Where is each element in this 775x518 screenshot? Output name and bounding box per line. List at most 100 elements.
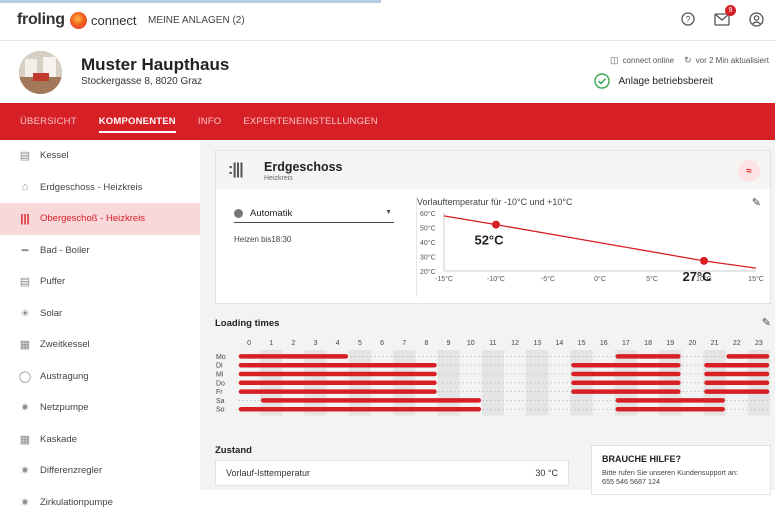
sidebar-item-puffer[interactable]: ▤Puffer [0, 266, 200, 298]
chart-y-tick-label: 50°C [420, 225, 436, 233]
status-row-value: 30 °C [535, 468, 558, 478]
sidebar-item-bad-boiler[interactable]: ━Bad - Boiler [0, 235, 200, 267]
help-phone[interactable]: 655 546 5687 124 [602, 477, 760, 486]
buffer-icon: ▤ [18, 275, 32, 289]
edit-loading-icon[interactable]: ✎ [762, 316, 771, 329]
components-sidebar: ▤Kessel ⌂ Erdgeschoss - Heizkreis |||Ober… [0, 140, 200, 490]
top-icons: ? 9 [679, 10, 765, 28]
schedule-hour-label: 0 [247, 340, 251, 347]
chart-x-tick-label: 0°C [594, 275, 606, 283]
radiator-icon: :||| [228, 161, 243, 179]
main-tabs: ÜBERSICHT KOMPONENTEN INFO EXPERTENEINST… [0, 103, 775, 140]
plant-header: Muster Haupthaus Stockergasse 8, 8020 Gr… [0, 41, 775, 103]
sidebar-item-erdgeschoss[interactable]: ⌂ Erdgeschoss - Heizkreis [0, 172, 200, 204]
plant-status-text: Anlage betriebsbereit [618, 76, 713, 87]
schedule-hour-label: 16 [600, 340, 608, 347]
sidebar-item-label: Austragung [40, 371, 89, 382]
user-icon[interactable] [747, 10, 765, 28]
chart-title: Vorlauftemperatur für -10°C und +10°C [417, 197, 573, 207]
chart-y-tick-label: 20°C [420, 268, 436, 276]
sidebar-item-label: Erdgeschoss - Heizkreis [40, 182, 142, 193]
chart-x-tick-label: -5°C [541, 275, 555, 283]
schedule-day-label: So [216, 407, 225, 414]
heating-icon[interactable]: ≈ [738, 160, 760, 182]
schedule-hour-label: 4 [336, 340, 340, 347]
svg-text:?: ? [685, 14, 690, 24]
schedule-hour-label: 7 [402, 340, 406, 347]
schedule-hour-label: 20 [689, 340, 697, 347]
tab-overview[interactable]: ÜBERSICHT [20, 116, 77, 127]
differential-icon: ✷ [18, 464, 32, 478]
circulation-icon: ✷ [18, 495, 32, 509]
heating-curve-chart: 60°C50°C40°C30°C20°C-15°C-10°C-5°C0°C5°C… [416, 209, 770, 301]
second-boiler-icon: ▦ [18, 338, 32, 352]
sidebar-item-differenzregler[interactable]: ✷ Differenzregler [0, 455, 200, 487]
schedule-hour-label: 21 [711, 340, 719, 347]
refresh-icon[interactable]: ↻ [684, 55, 692, 66]
schedule-hour-label: 11 [489, 340, 496, 347]
help-box: BRAUCHE HILFE? Bitte rufen Sie unseren K… [591, 445, 771, 495]
pump-icon: ✷ [18, 401, 32, 415]
card-subtitle: Heizkreis [264, 175, 293, 182]
chart-x-tick-label: -10°C [487, 275, 505, 283]
sidebar-item-zweitkessel[interactable]: ▦Zweitkessel [0, 329, 200, 361]
sidebar-item-netzpumpe[interactable]: ✷Netzpumpe [0, 392, 200, 424]
schedule-column-shade [482, 350, 504, 416]
card-header: :||| Erdgeschoss Heizkreis ≈ [216, 151, 770, 189]
schedule-hour-label: 17 [622, 340, 630, 347]
sidebar-item-label: Kaskade [40, 434, 77, 445]
schedule-hour-label: 1 [269, 340, 273, 347]
sidebar-item-kaskade[interactable]: ▦ Kaskade [0, 424, 200, 456]
sidebar-item-zirkulationpumpe[interactable]: ✷Zirkulationpumpe [0, 487, 200, 518]
chart-data-point [492, 221, 500, 229]
schedule-day-label: Mo [216, 354, 226, 361]
schedule-day-label: Sa [216, 398, 225, 405]
help-icon[interactable]: ? [679, 10, 697, 28]
check-circle-icon [594, 73, 610, 89]
tab-components[interactable]: KOMPONENTEN [99, 116, 176, 133]
shower-icon: ━ [18, 243, 32, 257]
mail-icon[interactable]: 9 [713, 10, 731, 28]
schedule-hour-label: 19 [666, 340, 674, 347]
chevron-down-icon: ▼ [385, 209, 392, 216]
top-bar: froling connect MEINE ANLAGEN (2) ? 9 [0, 0, 775, 41]
discharge-icon: ◯ [18, 369, 32, 383]
schedule-day-label: Do [216, 380, 225, 387]
plant-address: Stockergasse 8, 8020 Graz [81, 76, 202, 87]
house-avatar [19, 51, 62, 94]
schedule-hour-label: 14 [556, 340, 564, 347]
schedule-column-shade [526, 350, 548, 416]
brand-logo[interactable]: froling [17, 11, 65, 29]
sidebar-item-obergeschoss[interactable]: |||Obergeschoß - Heizkreis [0, 203, 200, 235]
schedule-day-label: Fr [216, 389, 223, 396]
sidebar-item-austragung[interactable]: ◯ Austragung [0, 361, 200, 393]
chart-data-label: 52°C [474, 233, 504, 248]
schedule-hour-label: 13 [533, 340, 541, 347]
schedule-hour-label: 8 [424, 340, 428, 347]
schedule-hour-label: 5 [358, 340, 362, 347]
tab-info[interactable]: INFO [198, 116, 222, 127]
schedule-hour-label: 18 [644, 340, 652, 347]
chart-x-tick-label: 15°C [748, 275, 764, 283]
sidebar-item-solar[interactable]: ☀Solar [0, 298, 200, 330]
status-row: Vorlauf-Isttemperatur 30 °C [215, 460, 569, 486]
help-text: Bitte rufen Sie unseren Kundensupport an… [602, 468, 760, 477]
heating-circuit-card: :||| Erdgeschoss Heizkreis ≈ Automatik ▼… [215, 150, 771, 304]
tab-expert-settings[interactable]: EXPERTENEINSTELLUNGEN [243, 116, 377, 127]
schedule-hour-label: 23 [755, 340, 763, 347]
mode-select[interactable]: Automatik ▼ [234, 204, 394, 223]
heating-until: Heizen bis18:30 [234, 235, 291, 244]
schedule-hour-label: 6 [380, 340, 384, 347]
notification-badge: 9 [725, 5, 736, 16]
sidebar-item-kessel[interactable]: ▤Kessel [0, 140, 200, 172]
sidebar-item-label: Solar [40, 308, 62, 319]
nav-my-plants[interactable]: MEINE ANLAGEN (2) [148, 15, 245, 26]
cascade-icon: ▦ [18, 432, 32, 446]
plant-status: Anlage betriebsbereit [594, 73, 713, 89]
sidebar-item-label: Differenzregler [40, 465, 102, 476]
schedule-hour-label: 12 [511, 340, 519, 347]
home-icon: ⌂ [18, 180, 32, 194]
edit-curve-icon[interactable]: ✎ [752, 196, 761, 209]
radiator-icon: ||| [18, 212, 32, 226]
loading-times-schedule: 01234567891011121314151617181920212223Mo… [200, 335, 775, 435]
